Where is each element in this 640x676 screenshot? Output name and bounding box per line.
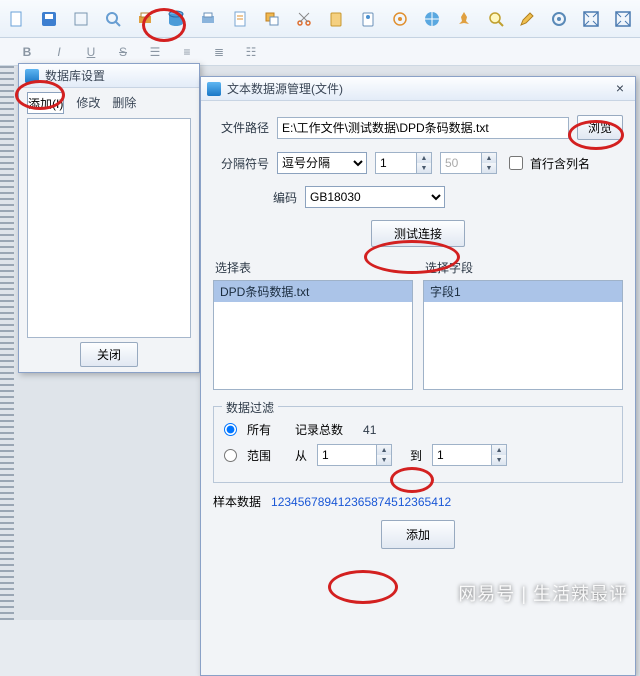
ruler-edge (0, 66, 14, 620)
target-icon[interactable] (389, 8, 411, 30)
from-spin[interactable]: ▲▼ (317, 444, 392, 466)
close-icon[interactable]: × (611, 81, 629, 97)
page-icon[interactable] (70, 8, 92, 30)
align-right-icon[interactable]: ≣ (210, 45, 228, 59)
layers-icon[interactable] (261, 8, 283, 30)
work-area: 数据库设置 添加(I) 修改 删除 关闭 文本数据源管理(文件) × 文件路径 … (0, 66, 640, 620)
to-down-icon[interactable]: ▼ (492, 455, 506, 465)
stamp-icon[interactable] (357, 8, 379, 30)
spin2-input (440, 152, 482, 174)
table-item[interactable]: DPD条码数据.txt (214, 281, 412, 302)
path-input[interactable] (277, 117, 569, 139)
spin2-up-icon: ▲ (482, 153, 496, 163)
db-add-link[interactable]: 添加(I) (27, 92, 64, 114)
table-list[interactable]: DPD条码数据.txt (213, 280, 413, 390)
filter-total-label: 记录总数 (295, 421, 343, 438)
cut-icon[interactable] (293, 8, 315, 30)
to-up-icon[interactable]: ▲ (492, 445, 506, 455)
spin2-down-icon: ▼ (482, 163, 496, 173)
from-down-icon[interactable]: ▼ (377, 455, 391, 465)
fit-icon[interactable] (580, 8, 602, 30)
encoding-select[interactable]: GB18030 (305, 186, 445, 208)
to-input[interactable] (432, 444, 492, 466)
first-row-label: 首行含列名 (530, 155, 590, 172)
encoding-label: 编码 (227, 189, 297, 206)
filter-from-label: 从 (295, 447, 307, 464)
sample-label: 样本数据 (213, 493, 261, 510)
main-toolbar (0, 0, 640, 38)
db-modify-link[interactable]: 修改 (76, 92, 100, 114)
watermark: 网易号 | 生活辣最评 (458, 580, 628, 606)
ds-title-bar[interactable]: 文本数据源管理(文件) × (201, 77, 635, 101)
db-list[interactable] (27, 118, 191, 338)
filter-range-label: 范围 (247, 447, 271, 464)
pin-icon[interactable] (453, 8, 475, 30)
fit2-icon[interactable] (612, 8, 634, 30)
browse-button[interactable]: 浏览 (577, 115, 623, 140)
db-icon (25, 69, 39, 83)
delim-label: 分隔符号 (213, 155, 269, 172)
filter-total-value: 41 (363, 423, 376, 437)
filter-all-radio[interactable] (224, 423, 237, 436)
underline-icon[interactable]: U (82, 45, 100, 59)
filter-fieldset: 数据过滤 所有 记录总数 41 范围 从 ▲▼ 到 (213, 406, 623, 483)
database-settings-dialog: 数据库设置 添加(I) 修改 删除 关闭 (18, 63, 200, 373)
magnifier-icon[interactable] (485, 8, 507, 30)
ds-dialog-title: 文本数据源管理(文件) (227, 80, 605, 97)
field-list[interactable]: 字段1 (423, 280, 623, 390)
from-input[interactable] (317, 444, 377, 466)
filter-range-radio[interactable] (224, 449, 237, 462)
spin1-down-icon[interactable]: ▼ (417, 163, 431, 173)
spin1-input[interactable] (375, 152, 417, 174)
find-icon[interactable] (102, 8, 124, 30)
spin1-up-icon[interactable]: ▲ (417, 153, 431, 163)
print-icon[interactable] (134, 8, 156, 30)
align-left-icon[interactable]: ☰ (146, 45, 164, 59)
select-table-label: 选择表 (213, 259, 413, 276)
globe-icon[interactable] (421, 8, 443, 30)
db-dialog-title-bar[interactable]: 数据库设置 (19, 64, 199, 88)
filter-legend: 数据过滤 (222, 399, 278, 416)
edit-icon[interactable] (517, 8, 539, 30)
database-icon[interactable] (166, 8, 188, 30)
format-bar: B I U S ☰ ≡ ≣ ☷ (0, 38, 640, 66)
clip-icon[interactable] (325, 8, 347, 30)
italic-icon[interactable]: I (50, 45, 68, 59)
db-close-button[interactable]: 关闭 (80, 342, 138, 367)
first-row-checkbox-input[interactable] (509, 156, 523, 170)
spin1[interactable]: ▲▼ (375, 152, 432, 174)
settings-icon[interactable] (548, 8, 570, 30)
save-icon[interactable] (38, 8, 60, 30)
path-label: 文件路径 (213, 119, 269, 136)
doc-icon[interactable] (229, 8, 251, 30)
filter-all-label: 所有 (247, 421, 271, 438)
spin2[interactable]: ▲▼ (440, 152, 497, 174)
field-item[interactable]: 字段1 (424, 281, 622, 302)
align-justify-icon[interactable]: ☷ (242, 45, 260, 59)
select-field-label: 选择字段 (423, 259, 623, 276)
from-up-icon[interactable]: ▲ (377, 445, 391, 455)
test-connection-button[interactable]: 测试连接 (371, 220, 465, 247)
add-button[interactable]: 添加 (381, 520, 455, 549)
file-icon[interactable] (6, 8, 28, 30)
filter-to-label: 到 (410, 447, 422, 464)
ds-icon (207, 82, 221, 96)
to-spin[interactable]: ▲▼ (432, 444, 507, 466)
first-row-checkbox[interactable]: 首行含列名 (505, 153, 590, 173)
bold-icon[interactable]: B (18, 45, 36, 59)
strike-icon[interactable]: S (114, 45, 132, 59)
print2-icon[interactable] (197, 8, 219, 30)
align-center-icon[interactable]: ≡ (178, 45, 196, 59)
db-delete-link[interactable]: 删除 (112, 92, 136, 114)
delim-select[interactable]: 逗号分隔 (277, 152, 367, 174)
db-dialog-title: 数据库设置 (45, 67, 193, 84)
sample-value: 123456789412365874512365412 (271, 495, 451, 509)
